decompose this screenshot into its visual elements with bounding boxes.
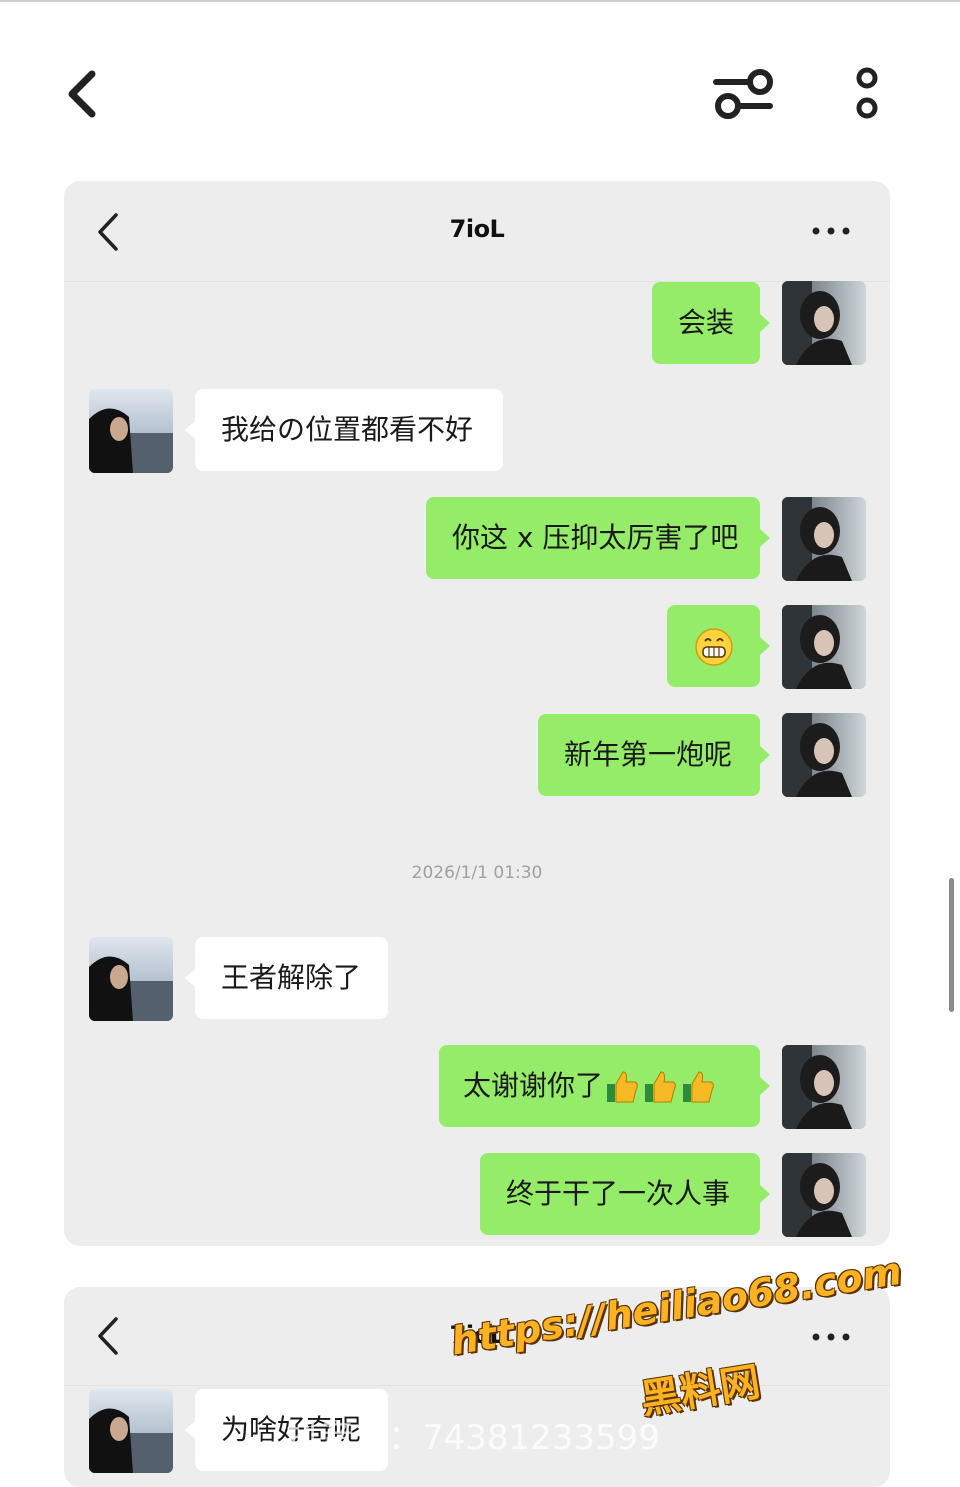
avatar-me[interactable] bbox=[782, 605, 866, 689]
chat-screenshot-1: 7ioL 会装 我给の位置都看不好 你这 x 压抑太厉害了吧 新年第一炮呢 20… bbox=[64, 181, 890, 1246]
message-bubble-sent[interactable]: 你这 x 压抑太厉害了吧 bbox=[426, 497, 770, 579]
chat-back-button[interactable] bbox=[94, 1315, 124, 1357]
avatar-me[interactable] bbox=[782, 281, 866, 365]
message-bubble-received[interactable]: 我给の位置都看不好 bbox=[185, 389, 503, 471]
avatar-girl-image bbox=[782, 281, 866, 365]
avatar-contact[interactable] bbox=[89, 1389, 173, 1473]
chevron-left-icon bbox=[98, 213, 118, 251]
avatar-me[interactable] bbox=[782, 1153, 866, 1237]
avatar-girl-image bbox=[782, 713, 866, 797]
scrollbar[interactable] bbox=[949, 878, 954, 1012]
message-text: 太谢谢你了 bbox=[463, 1069, 604, 1102]
message-timestamp: 2026/1/1 01:30 bbox=[411, 863, 543, 883]
avatar-me[interactable] bbox=[782, 1045, 866, 1129]
avatar-girl-image bbox=[782, 1045, 866, 1129]
message-bubble-sent[interactable]: 会装 bbox=[652, 282, 770, 364]
contact-name: 7ioL bbox=[449, 215, 505, 243]
avatar-contact[interactable] bbox=[89, 937, 173, 1021]
douyin-watermark: 抖音号：74381233599 bbox=[286, 1418, 660, 1458]
back-button[interactable] bbox=[62, 66, 110, 122]
chevron-left-icon bbox=[98, 1317, 118, 1355]
avatar-me[interactable] bbox=[782, 497, 866, 581]
filter-button[interactable] bbox=[710, 64, 776, 124]
avatar-boy-image bbox=[89, 389, 173, 473]
chevron-left-icon bbox=[68, 70, 96, 118]
message-bubble-received[interactable]: 王者解除了 bbox=[185, 937, 388, 1019]
message-bubble-sent[interactable]: 太谢谢你了 bbox=[439, 1045, 770, 1127]
chat-header: 7ioL bbox=[64, 181, 890, 282]
chat-back-button[interactable] bbox=[94, 211, 124, 253]
top-divider bbox=[0, 0, 960, 2]
chat-more-button[interactable] bbox=[808, 211, 854, 251]
thumbs-up-emoji-group bbox=[603, 1069, 717, 1103]
horizontal-dots-icon bbox=[812, 1333, 850, 1341]
avatar-girl-image bbox=[782, 1153, 866, 1237]
vertical-dots-icon bbox=[856, 67, 878, 119]
avatar-contact[interactable] bbox=[89, 389, 173, 473]
avatar-girl-image bbox=[782, 497, 866, 581]
thumbs-up-icon bbox=[683, 1071, 714, 1103]
message-bubble-sent-emoji[interactable] bbox=[667, 605, 770, 687]
avatar-boy-image bbox=[89, 937, 173, 1021]
horizontal-dots-icon bbox=[812, 227, 850, 235]
avatar-boy-image bbox=[89, 1389, 173, 1473]
thumbs-up-icon bbox=[645, 1071, 676, 1103]
avatar-girl-image bbox=[782, 605, 866, 689]
grinning-face-icon bbox=[694, 628, 733, 666]
chat-more-button[interactable] bbox=[808, 1317, 854, 1357]
sliders-icon bbox=[713, 69, 773, 119]
more-options-button[interactable] bbox=[848, 64, 886, 124]
avatar-me[interactable] bbox=[782, 713, 866, 797]
thumbs-up-icon bbox=[607, 1071, 638, 1103]
message-bubble-sent[interactable]: 终于干了一次人事 bbox=[480, 1153, 770, 1235]
message-bubble-sent[interactable]: 新年第一炮呢 bbox=[538, 714, 770, 796]
